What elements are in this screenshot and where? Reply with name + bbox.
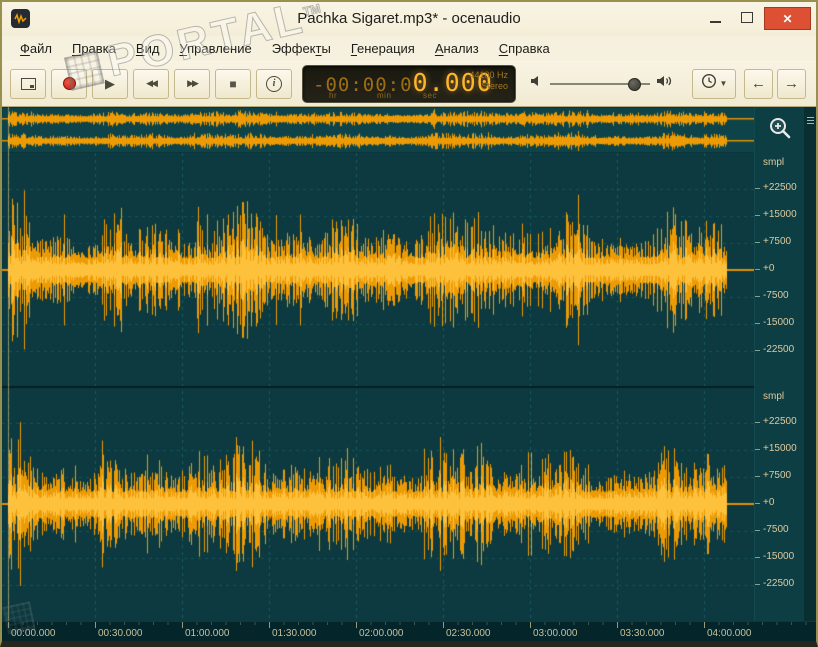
timeline-label: 03:00.000 <box>533 628 578 639</box>
timeline-ruler[interactable]: 00:00.000 00:30.000 01:00.000 01:30.000 02:0… <box>2 621 816 641</box>
info-button[interactable]: i <box>256 68 292 99</box>
record-icon <box>62 77 76 90</box>
slider-knob[interactable] <box>628 77 641 91</box>
toolbar: ▶ ◀◀ ▶▶ ■ i -00:00:0 0.000 hr min sec 44100 H… <box>2 61 816 107</box>
timeline-tick <box>356 622 357 628</box>
overview-waveform[interactable] <box>2 107 754 153</box>
clock-icon <box>701 73 717 94</box>
sample-rate: 44100 Hz <box>469 69 508 80</box>
timeline-label: 01:00.000 <box>185 628 230 639</box>
channel-mode: Stereo <box>481 80 508 91</box>
timeline-label: 02:30.000 <box>446 628 491 639</box>
forward-nav-button[interactable]: → <box>777 68 806 99</box>
timeline-tick <box>617 622 618 628</box>
timeline-label: 02:00.000 <box>359 628 404 639</box>
ruler-unit-label: smpl <box>763 391 785 402</box>
timeline-label: 04:00.000 <box>707 628 752 639</box>
ruler-label: +22500 <box>755 182 797 193</box>
stop-icon: ■ <box>229 76 237 91</box>
timeline-tick <box>269 622 270 628</box>
ruler-label: +0 <box>754 497 775 508</box>
time-format-button[interactable]: ▼ <box>692 68 736 99</box>
panel-grip-icon <box>806 117 814 129</box>
ruler-unit-label: smpl <box>763 157 785 168</box>
timeline-tick <box>443 622 444 628</box>
zoom-plus-icon[interactable] <box>767 115 793 141</box>
timeline-tick <box>530 622 531 628</box>
maximize-button[interactable] <box>732 7 762 28</box>
amplitude-ruler: smpl +22500 +15000 +7500 +0 -7500 -15000 -22500… <box>754 107 804 621</box>
timeline-tick <box>704 622 705 628</box>
close-button[interactable]: ✕ <box>764 7 811 30</box>
minimize-button[interactable] <box>700 7 730 28</box>
timeline-label: 01:30.000 <box>272 628 317 639</box>
play-button[interactable]: ▶ <box>92 68 128 99</box>
transport-buttons: ▶ ◀◀ ▶▶ ■ i <box>10 68 292 99</box>
minimize-icon <box>709 21 721 23</box>
time-display[interactable]: -00:00:0 0.000 hr min sec 44100 Hz Stereo <box>302 64 516 103</box>
forward-icon: ▶▶ <box>187 78 199 88</box>
unit-sec: sec <box>423 90 437 100</box>
timeline-tick <box>95 622 96 628</box>
ruler-label: +7500 <box>754 236 792 247</box>
ruler-label: -7500 <box>755 290 789 301</box>
play-icon: ▶ <box>105 76 115 91</box>
window-title: Pachka Sigaret.mp3* - ocenaudio <box>297 10 521 27</box>
main-waveform[interactable] <box>2 153 754 621</box>
volume-group <box>530 74 674 94</box>
unit-hr: hr <box>329 90 338 100</box>
ruler-label: +7500 <box>754 470 792 481</box>
editor-area: smpl +22500 +15000 +7500 +0 -7500 -15000 -22500… <box>2 107 816 621</box>
menu-item-генерация[interactable]: Генерация <box>341 38 425 59</box>
forward-button[interactable]: ▶▶ <box>174 68 210 99</box>
ruler-label: -22500 <box>754 344 795 355</box>
back-button[interactable]: ← <box>744 68 773 99</box>
stop-button[interactable]: ■ <box>215 68 251 99</box>
timeline-label: 00:30.000 <box>98 628 143 639</box>
speaker-low-icon <box>530 74 544 93</box>
menu-item-файл[interactable]: Файл <box>10 38 62 59</box>
unit-min: min <box>377 90 392 100</box>
menu-item-правка[interactable]: Правка <box>62 38 126 59</box>
timeline-tick <box>8 622 9 628</box>
ruler-label: +0 <box>754 263 775 274</box>
side-panel-strip[interactable] <box>804 107 816 621</box>
ruler-label: +22500 <box>755 416 797 427</box>
history-nav: ← → <box>744 68 806 99</box>
waveform-column <box>2 107 754 621</box>
monitor-button[interactable] <box>10 68 46 99</box>
ruler-label: -15000 <box>754 317 795 328</box>
timeline-minor-ticks <box>8 622 816 625</box>
speaker-loud-icon <box>656 74 674 93</box>
window-controls: ✕ <box>700 7 811 30</box>
menu-item-эффекты[interactable]: Эффекты <box>262 38 341 59</box>
ruler-label: +15000 <box>755 209 797 220</box>
timeline-label: 03:30.000 <box>620 628 665 639</box>
titlebar[interactable]: Pachka Sigaret.mp3* - ocenaudio ✕ <box>2 2 816 36</box>
time-dim: -00:00:0 <box>313 73 413 96</box>
ruler-label: +15000 <box>755 443 797 454</box>
view-icon <box>20 77 36 90</box>
chevron-down-icon: ▼ <box>719 79 728 88</box>
time-digits: -00:00:0 0.000 <box>313 68 493 97</box>
format-info: 44100 Hz Stereo <box>469 70 508 92</box>
ruler-label: -7500 <box>755 524 789 535</box>
menu-bar: Файл Правка Вид Управление Эффекты Генерация А… <box>2 36 816 61</box>
info-icon: i <box>266 75 282 92</box>
maximize-icon <box>741 12 753 23</box>
menu-item-справка[interactable]: Справка <box>489 38 560 59</box>
timeline-label: 00:00.000 <box>11 628 56 639</box>
ruler-label: -15000 <box>754 551 795 562</box>
rewind-icon: ◀◀ <box>146 78 158 88</box>
rewind-button[interactable]: ◀◀ <box>133 68 169 99</box>
menu-item-анализ[interactable]: Анализ <box>425 38 489 59</box>
app-window: Pachka Sigaret.mp3* - ocenaudio ✕ Файл Пр… <box>0 0 818 647</box>
timeline-tick <box>182 622 183 628</box>
record-button[interactable] <box>51 68 87 99</box>
ruler-label: -22500 <box>754 578 795 589</box>
menu-item-вид[interactable]: Вид <box>126 38 170 59</box>
volume-slider[interactable] <box>550 74 650 94</box>
menu-item-управление[interactable]: Управление <box>169 38 261 59</box>
